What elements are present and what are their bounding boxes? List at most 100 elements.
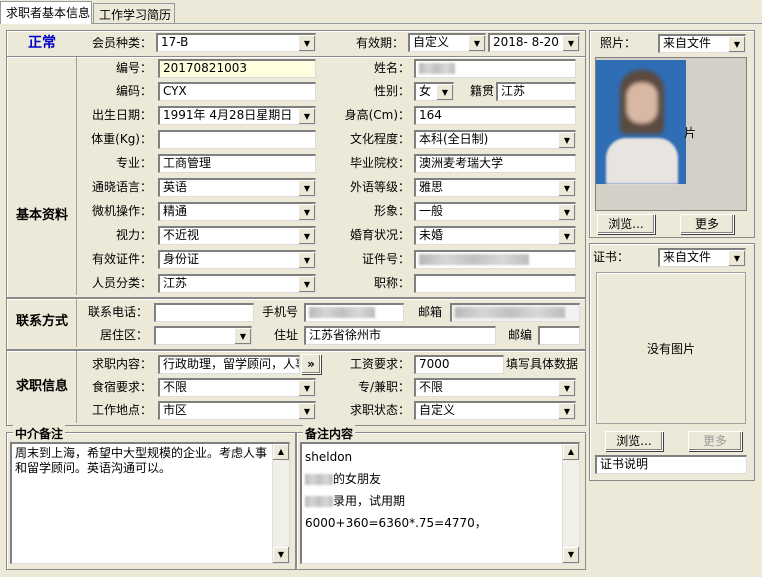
name-field[interactable]	[414, 59, 576, 78]
scroll-up-icon[interactable]: ▲	[273, 444, 289, 460]
photo-side-text: 片	[684, 126, 697, 140]
mobile-label: 手机号	[261, 305, 298, 319]
certificate-more-button[interactable]: 更多	[688, 431, 742, 451]
appearance-label: 形象：	[373, 204, 410, 218]
email-field[interactable]	[450, 303, 580, 322]
chevron-down-icon[interactable]: ▼	[298, 380, 315, 396]
chevron-down-icon[interactable]: ▼	[728, 36, 745, 52]
chevron-down-icon[interactable]: ▼	[436, 84, 453, 100]
category-select[interactable]: 江苏 ▼	[158, 274, 316, 293]
code-field[interactable]: CYX	[158, 82, 316, 101]
chevron-down-icon[interactable]: ▼	[558, 403, 575, 419]
job-content-field[interactable]: 行政助理，留学顾问，人事专	[158, 355, 300, 374]
title-field[interactable]	[414, 274, 576, 293]
marital-select[interactable]: 未婚 ▼	[414, 226, 576, 245]
vision-select[interactable]: 不近视 ▼	[158, 226, 316, 245]
mobile-field[interactable]	[304, 303, 404, 322]
photo-more-button[interactable]: 更多	[680, 214, 734, 234]
id-no-label: 证件号：	[361, 252, 410, 266]
chevron-down-icon[interactable]: ▼	[298, 180, 315, 196]
phone-field[interactable]	[154, 303, 254, 322]
chevron-down-icon[interactable]: ▼	[298, 403, 315, 419]
agency-note-textarea[interactable]: 周末到上海，希望中大型规模的企业。考虑人事和留学顾问。英语沟通可以。 ▲ ▼	[10, 442, 290, 564]
certificate-empty-text: 没有图片	[646, 342, 695, 356]
photo-shoulders	[606, 138, 678, 184]
chevron-down-icon[interactable]: ▼	[562, 35, 579, 51]
native-label: 籍贯	[469, 84, 494, 98]
certificate-browse-button[interactable]: 浏览...	[605, 431, 663, 451]
chevron-down-icon[interactable]: ▼	[558, 380, 575, 396]
remark-textarea[interactable]: sheldon 的女朋友 录用，试用期6000+360=6360*.75=477…	[300, 442, 580, 564]
language-label: 通晓语言：	[91, 180, 152, 194]
photo-image	[596, 60, 686, 184]
chevron-down-icon[interactable]: ▼	[298, 276, 315, 292]
photo-browse-button[interactable]: 浏览...	[597, 214, 655, 234]
redacted-email	[455, 307, 565, 318]
address-field[interactable]: 江苏省徐州市	[304, 326, 496, 345]
language-select[interactable]: 英语 ▼	[158, 178, 316, 197]
remark-line-2: 的女朋友	[305, 468, 576, 490]
parttime-select[interactable]: 不限 ▼	[414, 378, 576, 397]
chevron-down-icon[interactable]: ▼	[298, 108, 315, 124]
chevron-down-icon[interactable]: ▼	[558, 204, 575, 220]
weight-field[interactable]	[158, 130, 316, 149]
chevron-down-icon[interactable]: ▼	[728, 250, 745, 266]
divider	[76, 57, 77, 295]
chevron-down-icon[interactable]: ▼	[558, 180, 575, 196]
scroll-up-icon[interactable]: ▲	[563, 444, 579, 460]
location-select[interactable]: 市区 ▼	[158, 401, 316, 420]
birth-label: 出生日期：	[91, 108, 152, 122]
remark-line-3: 录用，试用期6000+360=6360*.75=4770，	[305, 494, 487, 530]
chevron-down-icon[interactable]: ▼	[234, 328, 251, 344]
job-status-select[interactable]: 自定义 ▼	[414, 401, 576, 420]
remark-line-1: sheldon	[305, 450, 353, 464]
scrollbar[interactable]: ▲ ▼	[272, 444, 289, 563]
zip-field[interactable]	[538, 326, 580, 345]
school-field[interactable]: 澳洲麦考瑞大学	[414, 154, 576, 173]
tab-work-history[interactable]: 工作学习简历	[93, 3, 175, 23]
appearance-select[interactable]: 一般 ▼	[414, 202, 576, 221]
birth-date-picker[interactable]: 1991年 4月28日星期日 ▼	[158, 106, 316, 125]
chevron-down-icon[interactable]: ▼	[298, 252, 315, 268]
validity-date-picker[interactable]: 2018- 8-20 ▼	[488, 33, 580, 52]
chevron-down-icon[interactable]: ▼	[558, 228, 575, 244]
location-label: 工作地点：	[91, 403, 152, 417]
number-field[interactable]: 20170821003	[158, 59, 316, 78]
gender-select[interactable]: 女 ▼	[414, 82, 454, 101]
computer-select[interactable]: 精通 ▼	[158, 202, 316, 221]
salary-field[interactable]: 7000	[414, 355, 504, 374]
major-field[interactable]: 工商管理	[158, 154, 316, 173]
lang-level-select[interactable]: 雅思 ▼	[414, 178, 576, 197]
job-content-more-button[interactable]: »	[301, 354, 321, 374]
redacted-mobile	[309, 307, 375, 318]
education-select[interactable]: 本科(全日制) ▼	[414, 130, 576, 149]
id-no-field[interactable]	[414, 250, 576, 269]
member-type-label: 会员种类：	[91, 36, 152, 50]
chevron-down-icon[interactable]: ▼	[558, 132, 575, 148]
certificate-desc-field[interactable]: 证书说明	[595, 455, 747, 474]
category-label: 人员分类：	[91, 276, 152, 290]
scrollbar[interactable]: ▲ ▼	[562, 444, 579, 563]
board-select[interactable]: 不限 ▼	[158, 378, 316, 397]
id-type-select[interactable]: 身份证 ▼	[158, 250, 316, 269]
redacted-text	[305, 496, 333, 507]
height-field[interactable]: 164	[414, 106, 576, 125]
scroll-down-icon[interactable]: ▼	[563, 547, 579, 563]
chevron-down-icon[interactable]: ▼	[468, 35, 485, 51]
chevron-down-icon[interactable]: ▼	[298, 228, 315, 244]
divider	[76, 351, 77, 423]
district-label: 居住区：	[99, 328, 148, 342]
scroll-down-icon[interactable]: ▼	[273, 547, 289, 563]
tab-basic-info[interactable]: 求职者基本信息	[0, 1, 92, 24]
status-label: 正常	[28, 35, 56, 51]
district-select[interactable]: ▼	[154, 326, 252, 345]
validity-mode-select[interactable]: 自定义 ▼	[408, 33, 486, 52]
chevron-down-icon[interactable]: ▼	[298, 35, 315, 51]
certificate-source-select[interactable]: 来自文件 ▼	[658, 248, 746, 267]
native-field[interactable]: 江苏	[496, 82, 576, 101]
photo-source-select[interactable]: 来自文件 ▼	[658, 34, 746, 53]
redacted-id	[419, 254, 529, 265]
salary-label: 工资要求：	[349, 357, 410, 371]
member-type-select[interactable]: 17-B ▼	[156, 33, 316, 52]
chevron-down-icon[interactable]: ▼	[298, 204, 315, 220]
